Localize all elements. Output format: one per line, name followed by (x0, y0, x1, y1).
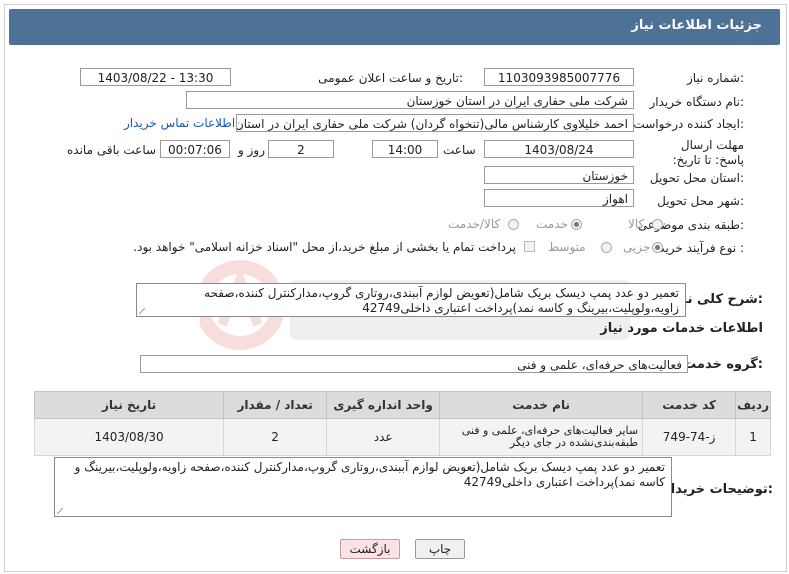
table-header-row: ردیف کد خدمت نام خدمت واحد اندازه گیری ت… (33, 391, 771, 419)
buyer-org-label: نام دستگاه خریدار: (649, 95, 745, 109)
category-goods-label: کالا (628, 217, 645, 231)
back-button[interactable]: بازگشت (340, 539, 400, 559)
cell-need-date: 1403/08/30 (33, 418, 225, 456)
cell-row-number: 1 (735, 418, 771, 456)
service-group-label: گروه خدمت: (683, 357, 763, 372)
resize-handle-icon[interactable] (139, 308, 145, 314)
cell-service-name: سایر فعالیت‌های حرفه‌ای، علمی و فنی طبقه… (439, 418, 644, 456)
need-number-field[interactable]: 1103093985007776 (484, 68, 634, 86)
need-number-label: شماره نیاز: (686, 71, 744, 85)
col-header-service-code: کد خدمت (642, 391, 737, 419)
col-header-row-number: ردیف (735, 391, 771, 419)
category-goods-service-label: کالا/خدمت (448, 217, 501, 231)
buyer-desc-text: تعمیر دو عدد پمپ دیسک بریک شامل(تعویض لو… (74, 460, 665, 489)
days-label: روز و (238, 143, 265, 157)
city-field[interactable]: اهواز (484, 189, 634, 207)
page-title: جزئیات اطلاعات نیاز (631, 18, 762, 33)
city-label: شهر محل تحویل: (657, 194, 744, 208)
page-header: جزئیات اطلاعات نیاز (9, 9, 780, 45)
cell-service-code: ز-74-749 (642, 418, 737, 456)
services-section-title: اطلاعات خدمات مورد نیاز (600, 321, 763, 336)
announce-label: تاریخ و ساعت اعلان عمومی: (318, 71, 463, 85)
process-minor-label: جزیی (623, 240, 651, 254)
summary-text: تعمیر دو عدد پمپ دیسک بریک شامل(تعویض لو… (204, 286, 679, 315)
payment-checkbox[interactable] (524, 241, 535, 252)
col-header-need-date: تاریخ نیاز (33, 391, 225, 419)
days-field[interactable]: 2 (268, 140, 334, 158)
category-radio-goods-service[interactable] (508, 219, 519, 230)
payment-note: پرداخت تمام یا بخشی از مبلغ خرید،از محل … (133, 240, 516, 254)
remaining-time-field[interactable]: 00:07:06 (160, 140, 230, 158)
province-field[interactable]: خوزستان (484, 166, 634, 184)
process-radio-minor[interactable] (652, 242, 663, 253)
col-header-unit: واحد اندازه گیری (326, 391, 441, 419)
category-service-label: خدمت (536, 217, 568, 231)
buyer-desc-textarea[interactable]: تعمیر دو عدد پمپ دیسک بریک شامل(تعویض لو… (54, 457, 672, 517)
creator-label: ایجاد کننده درخواست: (633, 117, 744, 131)
deadline-time-field[interactable]: 14:00 (372, 140, 438, 158)
deadline-label: مهلت ارسال پاسخ: تا تاریخ: (672, 138, 744, 167)
process-label: نوع فرآیند خرید : (659, 241, 744, 255)
table-row[interactable]: 1 ز-74-749 سایر فعالیت‌های حرفه‌ای، علمی… (33, 418, 771, 456)
col-header-quantity: تعداد / مقدار (223, 391, 328, 419)
buyer-org-field[interactable]: شرکت ملی حفاری ایران در استان خوزستان (186, 91, 634, 109)
service-group-field[interactable]: فعالیت‌های حرفه‌ای، علمی و فنی (140, 355, 688, 373)
deadline-time-label: ساعت (443, 143, 476, 157)
services-table: ردیف کد خدمت نام خدمت واحد اندازه گیری ت… (33, 391, 771, 456)
buyer-desc-label: توضیحات خریدار: (663, 482, 773, 497)
contact-info-link[interactable]: اطلاعات تماس خریدار (124, 116, 235, 130)
process-medium-label: متوسط (548, 240, 586, 254)
summary-textarea[interactable]: تعمیر دو عدد پمپ دیسک بریک شامل(تعویض لو… (136, 283, 686, 317)
announce-field[interactable]: 1403/08/22 - 13:30 (80, 68, 231, 86)
deadline-date-field[interactable]: 1403/08/24 (484, 140, 634, 158)
col-header-service-name: نام خدمت (439, 391, 644, 419)
cell-quantity: 2 (223, 418, 328, 456)
creator-field[interactable]: احمد خلیلاوی کارشناس مالی(تنخواه گردان) … (236, 114, 634, 132)
cell-unit: عدد (326, 418, 441, 456)
category-radio-goods[interactable] (652, 219, 663, 230)
remaining-label: ساعت باقی مانده (67, 143, 157, 157)
process-radio-medium[interactable] (601, 242, 612, 253)
print-button[interactable]: چاپ (415, 539, 465, 559)
resize-handle-icon[interactable] (57, 508, 63, 514)
province-label: استان محل تحویل: (649, 171, 744, 185)
category-radio-service[interactable] (571, 219, 582, 230)
